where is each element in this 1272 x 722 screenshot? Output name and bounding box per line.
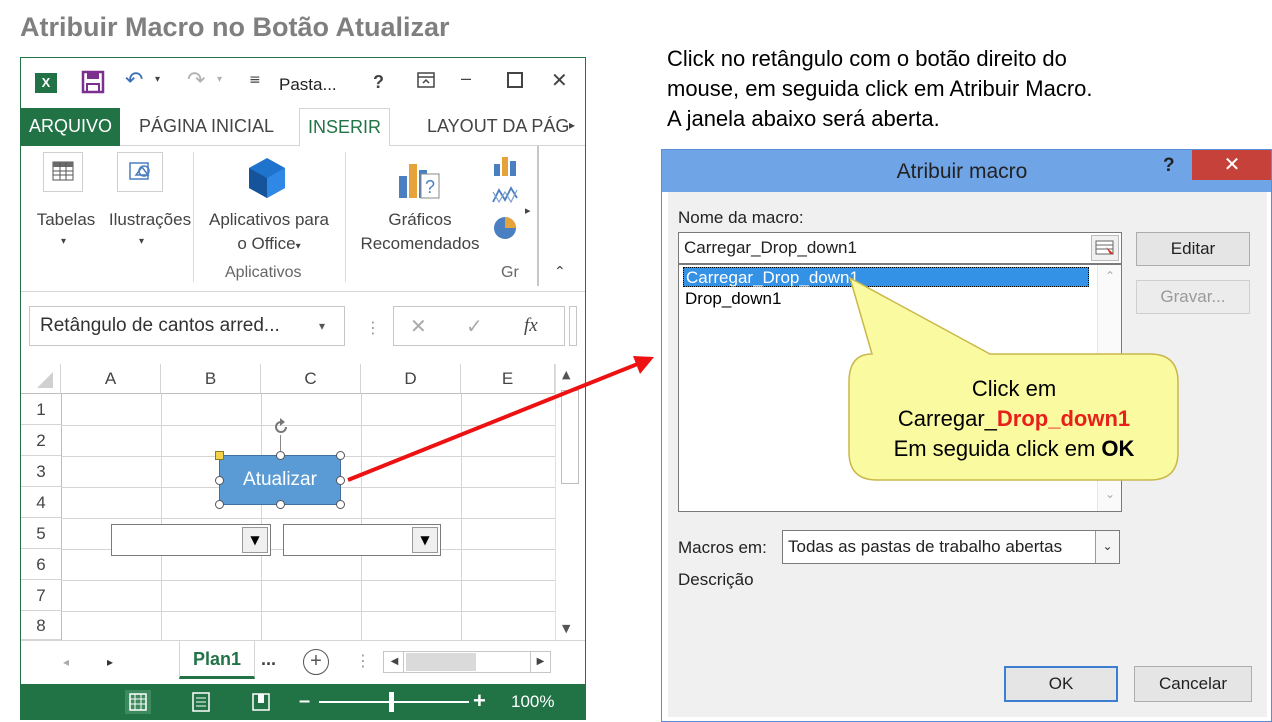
callout-ok-bold: OK (1101, 436, 1135, 461)
callout-line-1: Click em (971, 376, 1057, 401)
callout-line-2: Carregar_Drop_down1 (897, 406, 1131, 431)
callout-shape (848, 276, 1179, 481)
callout-text: Click em Carregar_Drop_down1 Em seguida … (850, 374, 1178, 464)
callout-highlight: Drop_down1 (996, 406, 1131, 431)
callout-line-3: Em seguida click em OK (893, 436, 1135, 461)
